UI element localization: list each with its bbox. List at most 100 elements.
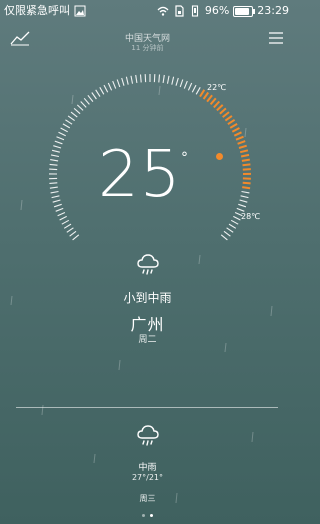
dial-tick: [130, 75, 134, 84]
dial-tick-range: [213, 100, 221, 109]
battery-icon: [233, 5, 256, 17]
dial-tick: [49, 163, 58, 166]
dial-tick-range: [240, 153, 250, 158]
dial-tick-range: [216, 104, 224, 112]
current-temp-marker: [216, 153, 223, 160]
dial-tick: [62, 123, 71, 129]
forecast-condition: 中雨: [138, 463, 157, 473]
dial-tick-range: [222, 111, 230, 118]
dial-tick: [53, 203, 62, 208]
dial-tick-range: [242, 168, 251, 171]
dial-tick: [59, 215, 67, 221]
dial-tick: [228, 223, 237, 229]
dial-tick-range: [237, 140, 246, 145]
dial-tick: [83, 97, 90, 105]
forecast-weekday: 周三: [139, 494, 156, 503]
dial-tick: [162, 74, 165, 83]
dial-tick: [76, 104, 84, 111]
dial-tick: [50, 154, 60, 158]
dial-tick: [103, 84, 109, 93]
page-dot: [142, 514, 145, 517]
dial-tick: [70, 111, 78, 118]
dial-tick: [226, 227, 234, 233]
dial-tick: [191, 84, 197, 93]
dial-tick: [179, 79, 184, 88]
dial-tick: [241, 190, 250, 194]
dial-tick: [135, 74, 138, 83]
dial-tick: [175, 77, 179, 86]
dial-tick: [56, 136, 65, 141]
dial-tick: [50, 159, 59, 162]
dial-tick: [49, 186, 58, 189]
dial-tick: [51, 149, 60, 153]
forecast-temperature-range: 27°/21°: [131, 473, 164, 482]
divider: [16, 407, 278, 408]
dial-tick: [91, 92, 97, 100]
dial-tick: [60, 127, 68, 133]
dial-tick: [72, 234, 80, 241]
dial-tick: [51, 195, 60, 199]
dial-tick: [50, 190, 59, 194]
dial-tick-range: [242, 163, 251, 167]
dial-tick-range: [209, 97, 217, 106]
dial-tick: [87, 94, 94, 102]
dial-tick-range: [219, 107, 227, 115]
dial-tick: [240, 195, 249, 199]
battery-percent: 96%: [204, 4, 230, 17]
menu-icon[interactable]: [267, 30, 285, 46]
dial-tick-range: [202, 91, 210, 100]
dial-tick: [58, 131, 66, 137]
dial-tick: [195, 87, 201, 95]
dial-tick: [66, 227, 74, 233]
dial-tick: [230, 219, 239, 225]
dial-tick: [99, 87, 105, 95]
dial-tick-range: [227, 118, 236, 126]
dial-tick: [187, 82, 193, 91]
dial-tick: [125, 76, 129, 85]
dial-tick-range: [242, 181, 251, 185]
dial-tick: [65, 119, 73, 125]
dial-tick: [239, 199, 248, 203]
dial-tick-range: [238, 144, 247, 149]
weather-condition: 小到中雨: [123, 291, 172, 305]
status-bar: 仅限紧急呼叫 96% 23:29: [0, 0, 295, 22]
current-temperature: 25: [98, 138, 182, 212]
dial-tick: [166, 75, 170, 84]
current-weekday: 周二: [138, 335, 157, 345]
dial-tick: [158, 74, 161, 83]
dial-tick-range: [233, 131, 242, 137]
dial-tick-range: [235, 135, 244, 141]
rain-cloud-icon: [137, 425, 159, 446]
dial-tick: [107, 82, 113, 91]
dial-tick: [171, 76, 175, 85]
emergency-call-text: 仅限紧急呼叫: [4, 4, 70, 17]
update-time: 11 分钟前: [131, 44, 164, 52]
dial-label-low: 28℃: [241, 212, 261, 221]
dial-tick: [63, 223, 72, 229]
dial-tick: [183, 80, 188, 89]
dial-tick-range: [224, 115, 233, 122]
clock: 23:29: [257, 4, 289, 17]
dial-tick: [49, 182, 58, 184]
dial-tick: [220, 234, 228, 241]
dial-tick: [112, 80, 117, 89]
wifi-icon: [157, 6, 169, 16]
dial-tick: [238, 203, 247, 208]
top-bar: 中国天气网 11 分钟前: [0, 28, 295, 52]
dial-tick: [52, 199, 61, 203]
dial-tick-range: [199, 89, 206, 98]
dial-tick: [116, 79, 121, 88]
dial-tick: [95, 89, 101, 97]
page-indicator: [0, 514, 295, 517]
dial-tick: [121, 77, 125, 86]
dial-tick: [73, 107, 81, 115]
dial-tick-range: [241, 158, 250, 162]
sim-icon: [175, 5, 184, 17]
dial-tick: [236, 207, 245, 212]
dial-tick: [57, 211, 66, 217]
page-dot-active: [150, 514, 153, 517]
dial-tick: [80, 101, 87, 108]
dial-tick-range: [239, 149, 249, 154]
dial-tick: [54, 140, 63, 145]
dial-tick: [55, 207, 64, 212]
